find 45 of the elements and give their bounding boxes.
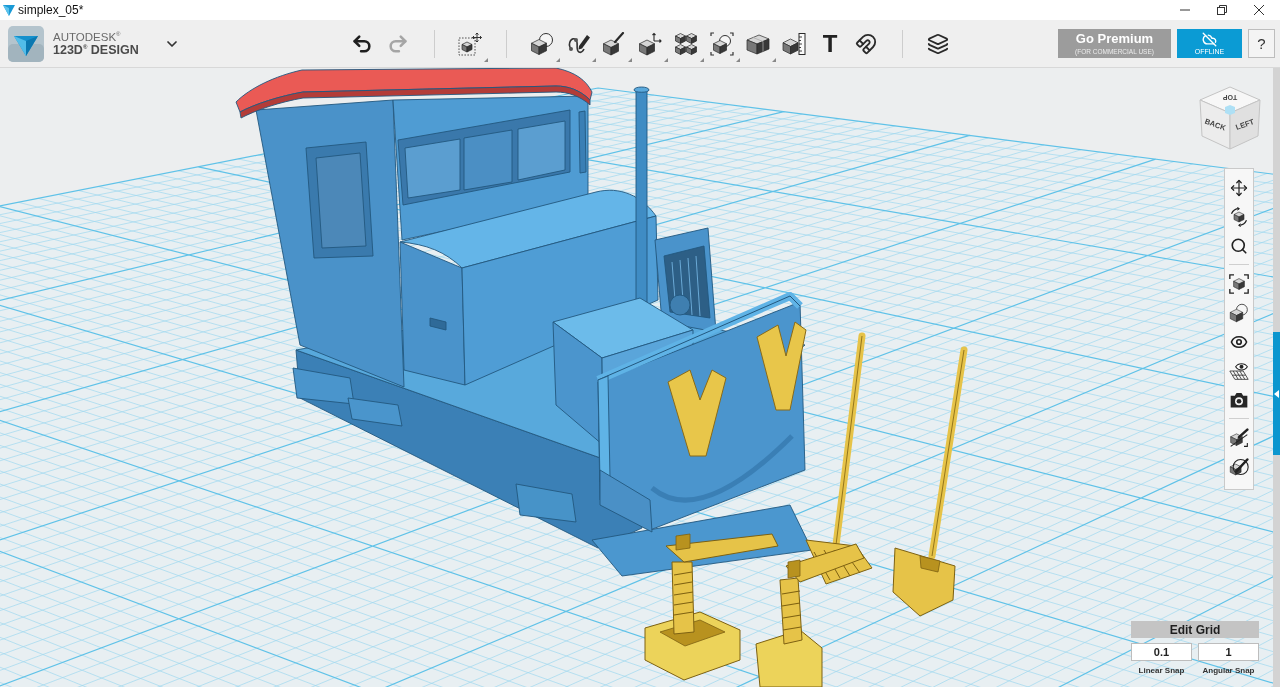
app-icon <box>3 4 15 16</box>
text-tool-button[interactable]: T <box>812 25 848 62</box>
dropdown-corner-icon <box>772 57 776 62</box>
dropdown-corner-icon <box>700 57 704 62</box>
four-cubes-icon <box>674 31 698 56</box>
dropdown-corner-icon <box>664 57 668 62</box>
pan-icon <box>1230 178 1248 197</box>
merged-cubes-icon <box>746 31 770 56</box>
cube-axes-icon <box>638 31 662 56</box>
window-title: simplex_05* <box>18 3 84 17</box>
restore-icon <box>1216 5 1227 15</box>
layers-icon <box>927 32 949 55</box>
undo-icon <box>351 32 373 55</box>
brand-name: AUTODESK$^{®}$ <box>53 31 122 43</box>
cube-brush-slash-icon <box>1229 427 1249 448</box>
close-icon <box>1253 5 1264 15</box>
product-name: 123D$^{®}$ DESIGN <box>53 44 139 56</box>
edit-grid-button[interactable]: Edit Grid <box>1131 621 1259 638</box>
help-button[interactable]: ? <box>1248 29 1275 58</box>
cube-sphere-icon <box>530 31 554 56</box>
cube-brush-icon <box>602 31 626 56</box>
redo-icon <box>387 32 409 55</box>
caret-icon <box>1274 389 1279 398</box>
cube-frame-icon <box>1229 273 1249 294</box>
cube-brush-circle-icon <box>1229 456 1249 477</box>
dropdown-corner-icon <box>592 57 596 62</box>
dropdown-corner-icon <box>736 57 740 62</box>
cube-sphere-selection-icon <box>710 31 734 56</box>
snap-label: Linear Snap <box>1137 666 1186 675</box>
search-icon <box>1230 236 1248 255</box>
snap-value-field[interactable]: 0.1 <box>1131 643 1192 661</box>
cloud-off-icon <box>1202 31 1217 47</box>
cube-orbit-icon <box>1229 206 1249 227</box>
magnet-icon <box>855 32 877 55</box>
snap-label: Angular Snap <box>1201 666 1256 675</box>
dropdown-corner-icon <box>556 57 560 62</box>
panel-toggle-button[interactable] <box>1273 332 1280 455</box>
snap-value-field[interactable]: 1 <box>1198 643 1259 661</box>
dropdown-corner-icon <box>628 57 632 62</box>
dropdown-corner-icon <box>484 57 488 62</box>
cube-sphere-icon <box>1229 302 1249 323</box>
cube-move-icon <box>458 31 482 56</box>
cube-ruler-icon <box>782 31 806 56</box>
grid-eye-icon <box>1229 360 1249 381</box>
logo-icon <box>8 25 44 62</box>
